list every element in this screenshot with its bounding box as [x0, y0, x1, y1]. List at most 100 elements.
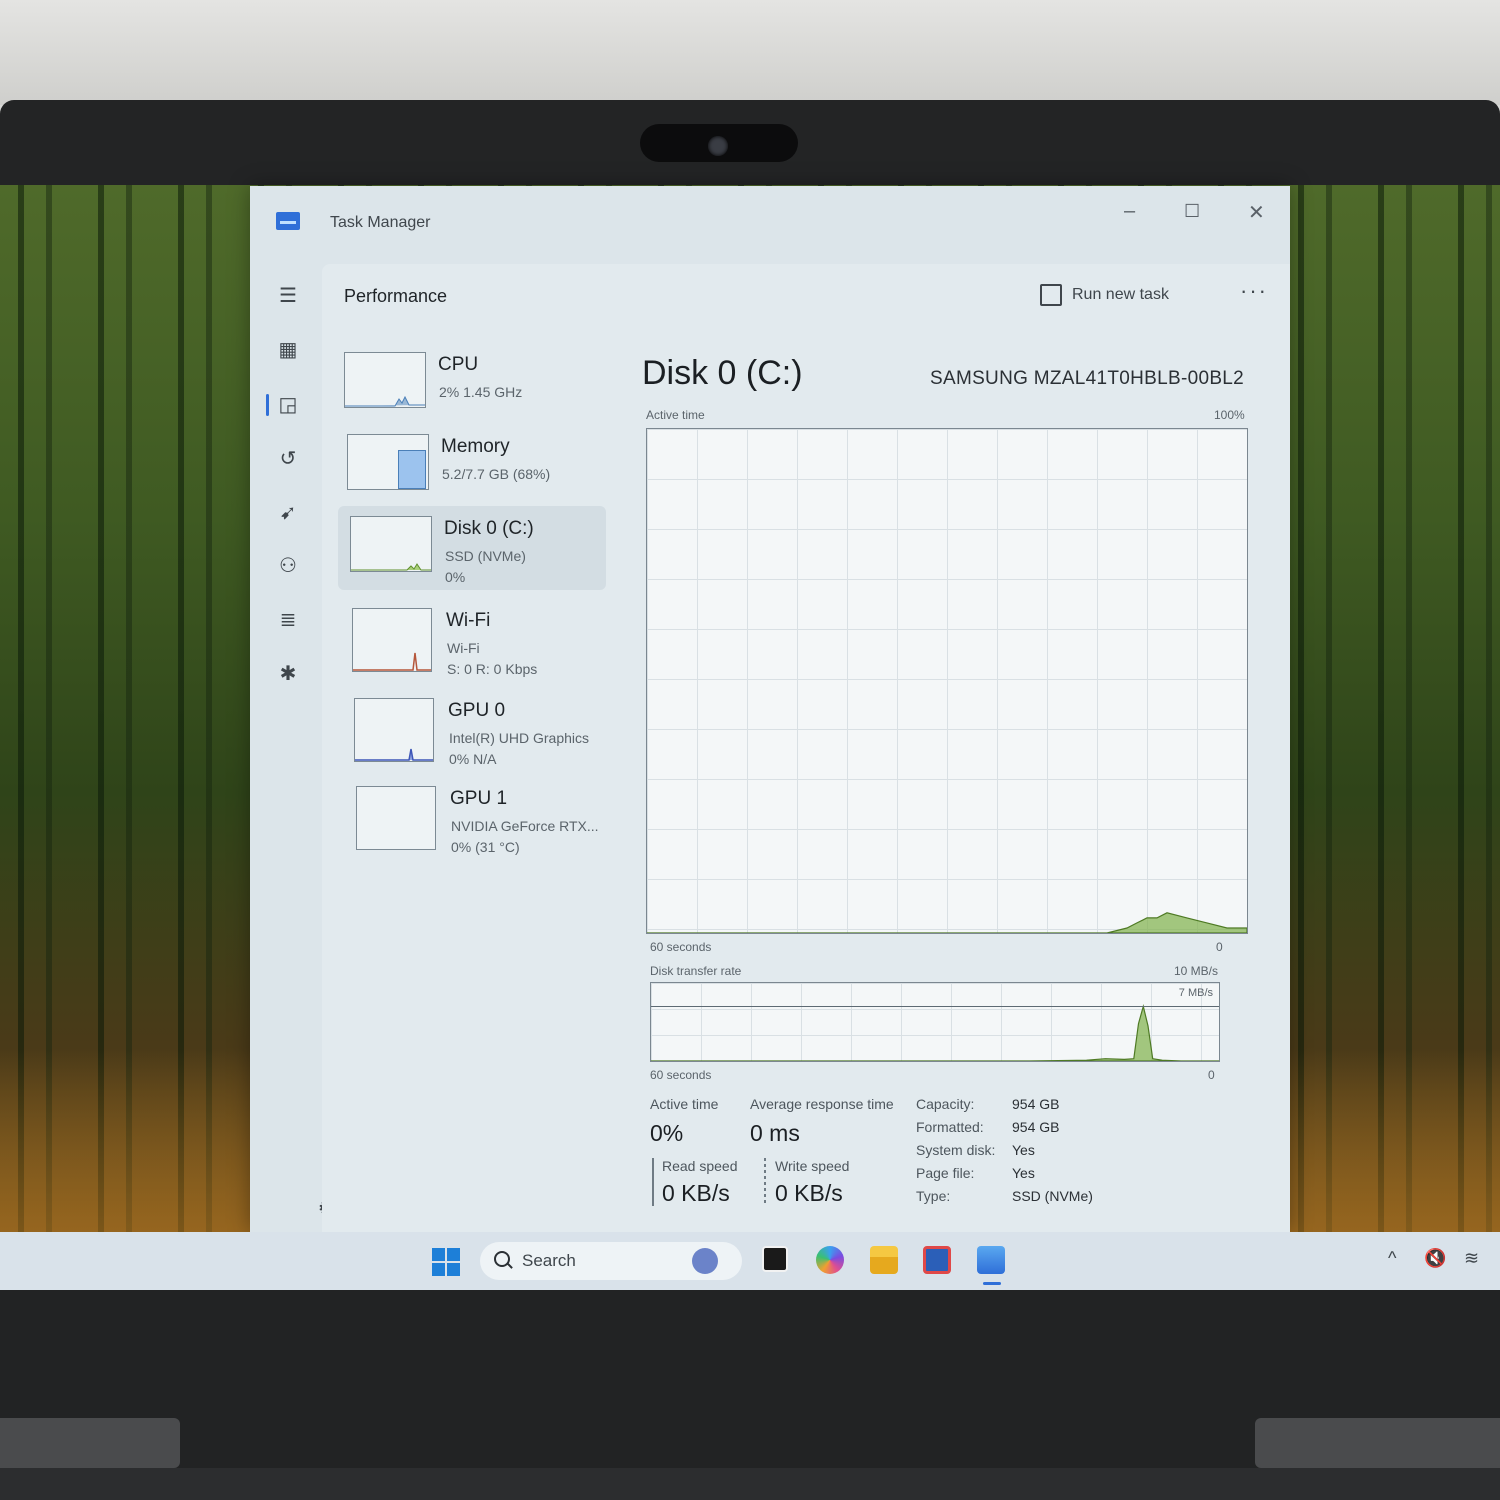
device-line2: 0% — [445, 569, 466, 585]
webcam-lens — [708, 136, 728, 156]
avg-response-label: Average response time — [750, 1096, 894, 1112]
prop-formatted-value: 954 GB — [1012, 1119, 1060, 1135]
device-detail: 2% 1.45 GHz — [439, 384, 523, 400]
hinge-right — [1255, 1418, 1500, 1468]
device-detail: NVIDIA GeForce RTX... 0% (31 °C) — [451, 816, 599, 858]
app-history-icon[interactable]: ↺ — [274, 445, 302, 473]
nav-selection-indicator — [266, 394, 269, 416]
device-detail: Wi-Fi S: 0 R: 0 Kbps — [447, 638, 537, 680]
device-item-wifi[interactable]: Wi-Fi Wi-Fi S: 0 R: 0 Kbps — [338, 598, 606, 682]
wall-background — [0, 0, 1500, 105]
graph2-label: Disk transfer rate — [650, 964, 742, 978]
mute-icon[interactable]: 🔇 — [1424, 1248, 1446, 1269]
task-manager-window: Task Manager – ☐ ✕ ☰ ▦ ◲ ↺ ➹ ⚇ ≣ ✱ ⚙ Per… — [250, 186, 1290, 1232]
search-placeholder: Search — [522, 1251, 576, 1270]
details-icon[interactable]: ≣ — [274, 606, 302, 634]
write-speed-label: Write speed — [775, 1158, 850, 1174]
start-tile — [447, 1248, 460, 1261]
window-title: Task Manager — [330, 214, 431, 231]
more-options-button[interactable]: ··· — [1240, 278, 1268, 304]
performance-page: Performance Run new task ··· CPU 2% 1.45… — [322, 264, 1290, 1232]
hamburger-icon[interactable]: ☰ — [274, 282, 302, 310]
maximize-button[interactable]: ☐ — [1184, 201, 1200, 222]
device-name: CPU — [438, 354, 479, 375]
read-separator — [652, 1158, 654, 1206]
graph2-min-label: 0 — [1208, 1068, 1215, 1082]
prop-system-disk-key: System disk: — [916, 1142, 996, 1158]
prop-page-file-key: Page file: — [916, 1165, 975, 1181]
device-name: Disk 0 (C:) — [444, 518, 534, 539]
search-highlight-icon — [692, 1248, 718, 1274]
prop-formatted-key: Formatted: — [916, 1119, 984, 1135]
device-item-cpu[interactable]: CPU 2% 1.45 GHz — [338, 342, 606, 426]
tray-overflow-button[interactable]: ^ — [1388, 1248, 1396, 1269]
page-title: Performance — [344, 286, 448, 306]
prop-capacity-key: Capacity: — [916, 1096, 975, 1112]
prop-page-file-value: Yes — [1012, 1165, 1035, 1181]
copilot-icon[interactable] — [816, 1246, 844, 1274]
device-item-disk[interactable]: Disk 0 (C:) SSD (NVMe) 0% — [338, 506, 606, 590]
disk-sparkline — [351, 563, 431, 571]
disk-model: SAMSUNG MZAL41T0HBLB-00BL2 — [930, 368, 1245, 389]
wifi-icon[interactable]: ≋ — [1464, 1248, 1479, 1269]
processes-icon[interactable]: ▦ — [274, 336, 302, 364]
read-speed-value: 0 KB/s — [662, 1180, 730, 1206]
cpu-thumbnail — [344, 352, 426, 408]
laptop-base — [0, 1468, 1500, 1500]
transfer-rate-area — [651, 1004, 1219, 1061]
prop-system-disk-value: Yes — [1012, 1142, 1035, 1158]
device-line2: 0% N/A — [449, 751, 497, 767]
store-icon[interactable] — [923, 1246, 951, 1274]
device-line1: SSD (NVMe) — [445, 548, 526, 564]
prop-type-value: SSD (NVMe) — [1012, 1188, 1093, 1204]
run-new-task-button[interactable]: Run new task — [1040, 284, 1169, 306]
device-line2: S: 0 R: 0 Kbps — [447, 661, 538, 677]
transfer-rate-graph: 7 MB/s — [650, 982, 1220, 1062]
avg-response-value: 0 ms — [750, 1120, 800, 1146]
file-explorer-icon[interactable] — [870, 1246, 898, 1274]
startup-apps-icon[interactable]: ➹ — [274, 499, 302, 527]
active-time-graph — [646, 428, 1248, 934]
active-time-area — [647, 912, 1247, 933]
prop-capacity-value: 954 GB — [1012, 1096, 1060, 1112]
title-bar[interactable]: Task Manager – ☐ ✕ — [250, 186, 1290, 264]
terminal-icon[interactable] — [762, 1246, 788, 1272]
gpu0-thumbnail — [354, 698, 434, 762]
transfer-rate-scale-line — [651, 1006, 1219, 1007]
graph2-max-label: 10 MB/s — [1174, 964, 1219, 978]
close-button[interactable]: ✕ — [1248, 200, 1265, 225]
taskbar: Search ^ 🔇 ≋ — [0, 1232, 1500, 1290]
memory-thumbnail — [347, 434, 429, 490]
wifi-sparkline — [353, 652, 431, 671]
graph2-line-label: 7 MB/s — [1178, 987, 1213, 999]
windows-start-icon[interactable] — [432, 1248, 460, 1276]
minimize-button[interactable]: – — [1124, 200, 1135, 223]
taskbar-search-box[interactable]: Search — [480, 1242, 742, 1280]
performance-icon[interactable]: ◲ — [274, 391, 302, 419]
active-time-value: 0% — [650, 1120, 684, 1146]
graph1-label: Active time — [646, 408, 705, 422]
active-time-label: Active time — [650, 1096, 719, 1112]
device-detail: SSD (NVMe) 0% — [445, 546, 526, 588]
device-name: GPU 0 — [448, 700, 506, 721]
device-detail: Intel(R) UHD Graphics 0% N/A — [449, 728, 589, 770]
graph1-min-label: 0 — [1216, 940, 1223, 954]
device-item-gpu0[interactable]: GPU 0 Intel(R) UHD Graphics 0% N/A — [338, 688, 606, 772]
cpu-sparkline — [345, 395, 425, 407]
services-icon[interactable]: ✱ — [274, 660, 302, 688]
write-separator — [764, 1158, 766, 1206]
device-detail: 5.2/7.7 GB (68%) — [442, 466, 551, 482]
device-item-memory[interactable]: Memory 5.2/7.7 GB (68%) — [338, 424, 606, 508]
graph2-x-label: 60 seconds — [650, 1068, 712, 1082]
device-name: Memory — [441, 436, 510, 457]
graph1-x-label: 60 seconds — [650, 940, 712, 954]
disk-thumbnail — [350, 516, 432, 572]
active-app-indicator — [983, 1282, 1001, 1285]
run-task-icon — [1040, 284, 1062, 306]
users-icon[interactable]: ⚇ — [274, 552, 302, 580]
device-item-gpu1[interactable]: GPU 1 NVIDIA GeForce RTX... 0% (31 °C) — [338, 776, 606, 860]
task-manager-icon[interactable] — [977, 1246, 1005, 1274]
wifi-thumbnail — [352, 608, 432, 672]
graph1-max-label: 100% — [1214, 408, 1245, 422]
device-line1: Wi-Fi — [447, 640, 480, 656]
